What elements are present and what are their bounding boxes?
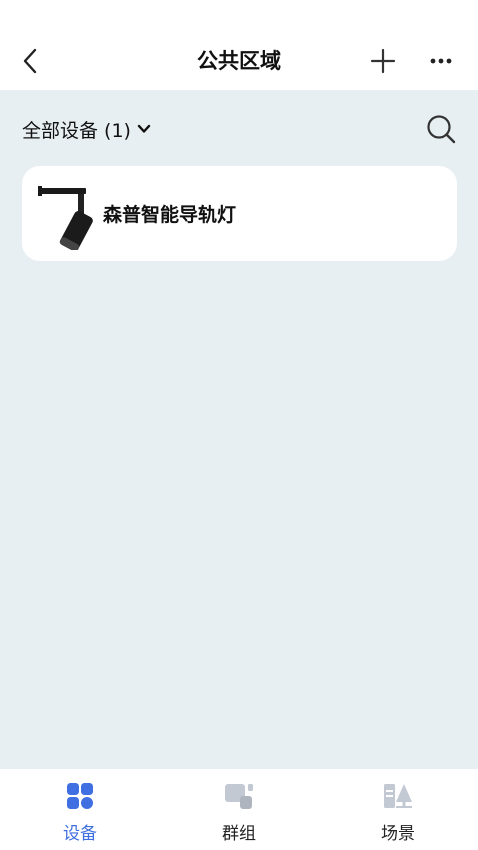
plus-icon [370, 48, 396, 74]
scene-icon [384, 784, 412, 808]
ellipsis-icon [430, 58, 452, 64]
page-title: 公共区域 [197, 49, 281, 73]
tab-label: 群组 [222, 824, 256, 844]
chevron-down-icon [137, 124, 151, 133]
device-name: 森普智能导轨灯 [103, 204, 237, 226]
tab-devices[interactable]: 设备 [30, 781, 130, 847]
more-button[interactable] [424, 44, 458, 78]
top-bar: 公共区域 [0, 0, 478, 90]
search-button[interactable] [422, 110, 460, 148]
track-light-icon [38, 186, 93, 250]
group-icon [225, 784, 253, 809]
tab-groups[interactable]: 群组 [189, 781, 289, 847]
tab-label: 设备 [63, 824, 97, 844]
tab-label: 场景 [381, 824, 415, 844]
tab-scenes[interactable]: 场景 [348, 781, 448, 847]
bottom-tab-bar: 设备 群组 场景 [0, 769, 478, 850]
search-icon [427, 115, 456, 144]
device-filter-dropdown[interactable]: 全部设备 (1) [22, 114, 151, 144]
device-card[interactable]: 森普智能导轨灯 [22, 166, 457, 261]
devices-grid-icon [67, 783, 93, 809]
add-button[interactable] [366, 44, 400, 78]
device-filter-label: 全部设备 (1) [22, 119, 131, 142]
